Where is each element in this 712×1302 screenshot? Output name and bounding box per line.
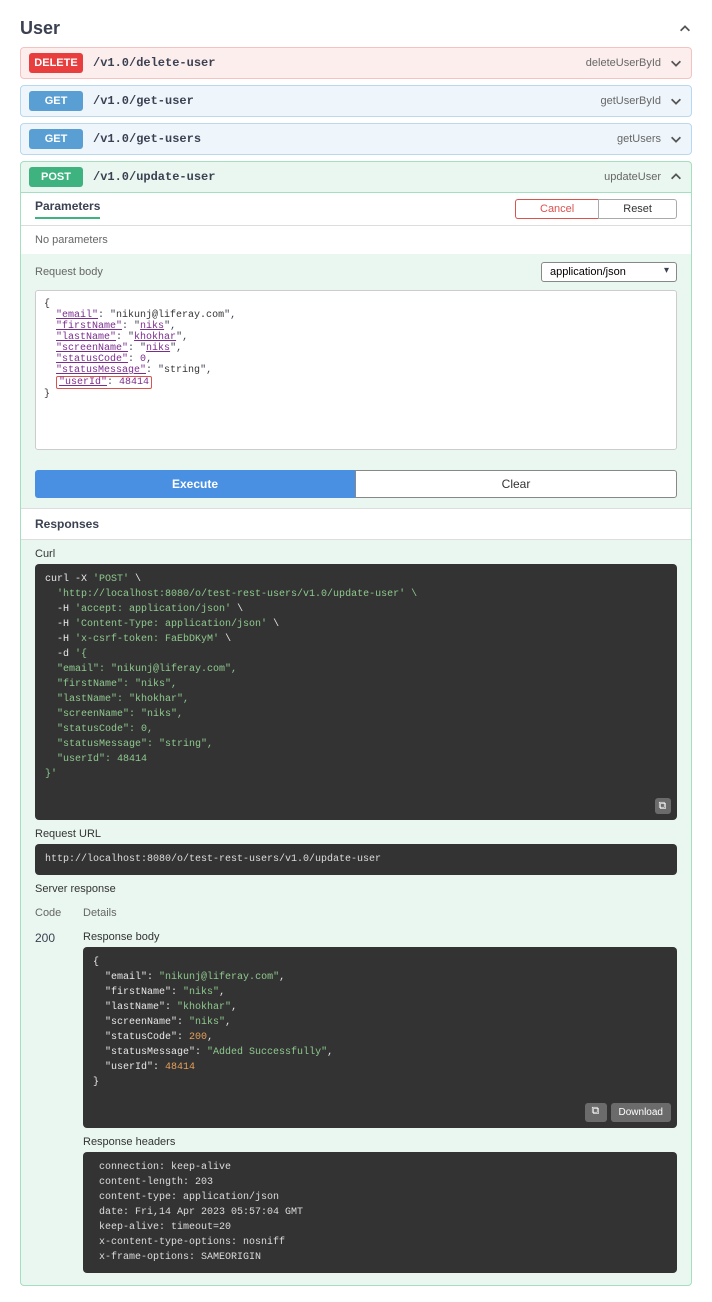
execute-button[interactable]: Execute [35, 470, 355, 498]
response-headers-label: Response headers [83, 1136, 677, 1148]
method-badge: DELETE [29, 53, 83, 73]
request-url-label: Request URL [35, 828, 677, 840]
operation-id: getUserById [600, 95, 661, 107]
copy-button[interactable] [585, 1103, 607, 1122]
code-header: Code [35, 907, 83, 919]
chevron-down-icon [669, 56, 683, 70]
chevron-down-icon [669, 132, 683, 146]
operation-id: updateUser [604, 171, 661, 183]
curl-block[interactable]: curl -X 'POST' \ 'http://localhost:8080/… [35, 564, 677, 820]
method-badge: GET [29, 129, 83, 149]
clear-button[interactable]: Clear [355, 470, 677, 498]
curl-label: Curl [35, 548, 677, 560]
response-body-block[interactable]: { "email": "nikunj@liferay.com", "firstN… [83, 947, 677, 1128]
details-header: Details [83, 907, 677, 919]
endpoint-get-user[interactable]: GET /v1.0/get-user getUserById [20, 85, 692, 117]
chevron-down-icon [669, 94, 683, 108]
endpoint-path: /v1.0/update-user [93, 170, 604, 184]
operation-id: deleteUserById [586, 57, 661, 69]
request-body-editor[interactable]: { "email": "nikunj@liferay.com", "firstN… [35, 290, 677, 450]
reset-button[interactable]: Reset [598, 199, 677, 219]
response-table: Code Details 200 Response body { "email"… [21, 899, 691, 1285]
operation-id: getUsers [617, 133, 661, 145]
no-parameters-text: No parameters [21, 226, 691, 254]
parameters-bar: Parameters Cancel Reset [21, 193, 691, 226]
request-url-block[interactable]: http://localhost:8080/o/test-rest-users/… [35, 844, 677, 875]
section-title: User [20, 18, 60, 39]
method-badge: GET [29, 91, 83, 111]
section-header[interactable]: User [20, 10, 692, 47]
endpoint-update-user: POST /v1.0/update-user updateUser Parame… [20, 161, 692, 1286]
response-headers-block[interactable]: connection: keep-alive content-length: 2… [83, 1152, 677, 1273]
response-body-label: Response body [83, 931, 677, 943]
cancel-button[interactable]: Cancel [515, 199, 598, 219]
endpoint-get-users[interactable]: GET /v1.0/get-users getUsers [20, 123, 692, 155]
endpoint-delete-user[interactable]: DELETE /v1.0/delete-user deleteUserById [20, 47, 692, 79]
chevron-up-icon [678, 22, 692, 36]
endpoint-path: /v1.0/get-user [93, 94, 600, 108]
responses-label: Responses [21, 508, 691, 540]
endpoint-body: Parameters Cancel Reset No parameters Re… [21, 192, 691, 1285]
status-code: 200 [35, 931, 83, 1281]
endpoint-path: /v1.0/delete-user [93, 56, 586, 70]
method-badge: POST [29, 167, 83, 187]
endpoint-path: /v1.0/get-users [93, 132, 617, 146]
parameters-label: Parameters [35, 199, 100, 219]
server-response-label: Server response [35, 883, 677, 895]
chevron-up-icon [669, 170, 683, 184]
download-button[interactable]: Download [611, 1103, 671, 1122]
request-body-bar: Request body application/json [21, 254, 691, 290]
copy-icon[interactable] [655, 798, 671, 814]
content-type-select[interactable]: application/json [541, 262, 677, 282]
request-body-label: Request body [35, 266, 103, 278]
endpoint-header[interactable]: POST /v1.0/update-user updateUser [21, 162, 691, 192]
